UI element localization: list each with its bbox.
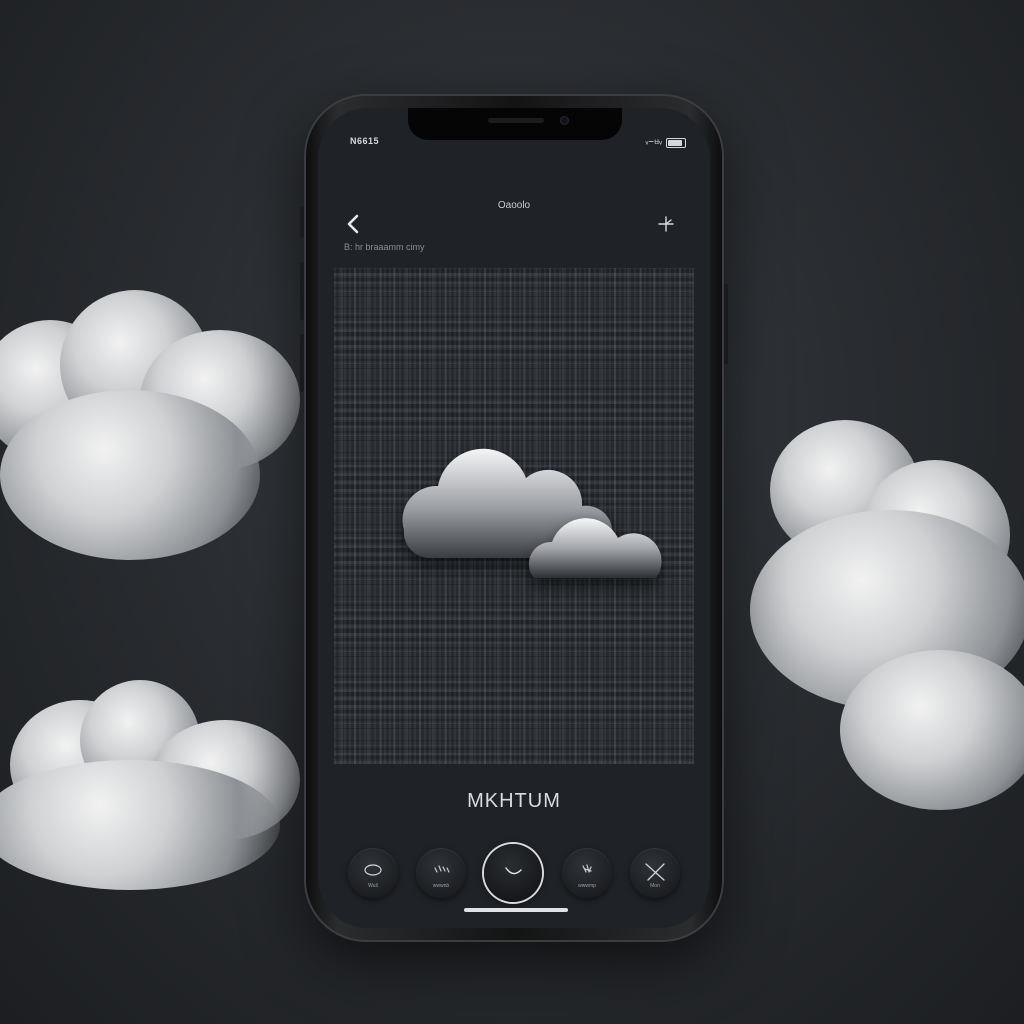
control-label: wwwnb [432, 883, 450, 889]
wind-icon [645, 863, 665, 881]
menu-button[interactable] [654, 212, 678, 236]
rain-icon [434, 865, 450, 873]
curve-icon [505, 867, 522, 875]
side-button [724, 284, 728, 364]
control-button-4[interactable]: wwwmp [562, 848, 612, 898]
side-button [300, 206, 304, 238]
control-button-1[interactable]: Wuli [348, 848, 398, 898]
cloud-icon [402, 448, 662, 578]
back-button[interactable] [342, 212, 366, 236]
speaker-grille [488, 118, 544, 123]
sparkle-icon [658, 216, 674, 232]
background-cloud-left [0, 290, 320, 590]
phone-screen: N6615 ᵥ᭸ᥛᵥ Oaoolo B: hr braaamm cimy MKH… [318, 108, 710, 928]
status-indicators: ᵥ᭸ᥛᵥ [646, 134, 686, 151]
battery-icon [666, 137, 686, 148]
background-cloud-right [730, 420, 1024, 840]
chevron-left-icon [347, 214, 359, 234]
control-label: Wuli [368, 883, 378, 889]
snow-icon [582, 864, 592, 873]
home-indicator[interactable] [464, 908, 568, 912]
page-subtitle: B: hr braaamm cimy [344, 242, 425, 252]
control-bar: Wuli wwwnb wwwmp Mon [348, 844, 680, 902]
ring-icon [364, 864, 382, 876]
front-camera-icon [560, 116, 569, 125]
page-title: Oaoolo [497, 200, 531, 211]
status-time: N6615 [350, 136, 380, 146]
brand-name: MKHTUM [467, 790, 561, 812]
notch [408, 108, 622, 140]
control-button-2[interactable]: wwwnb [416, 848, 466, 898]
control-button-5[interactable]: Mon [630, 848, 680, 898]
control-label: wwwmp [578, 883, 596, 889]
control-label: Mon [650, 883, 660, 889]
side-button [300, 262, 304, 320]
status-signal-text: ᵥ᭸ᥛᵥ [645, 136, 662, 146]
background-cloud-left-low [0, 680, 310, 900]
weather-visual-panel [334, 268, 694, 764]
control-button-main[interactable] [484, 844, 542, 902]
phone-frame: N6615 ᵥ᭸ᥛᵥ Oaoolo B: hr braaamm cimy MKH… [300, 94, 728, 942]
side-button [300, 334, 304, 392]
